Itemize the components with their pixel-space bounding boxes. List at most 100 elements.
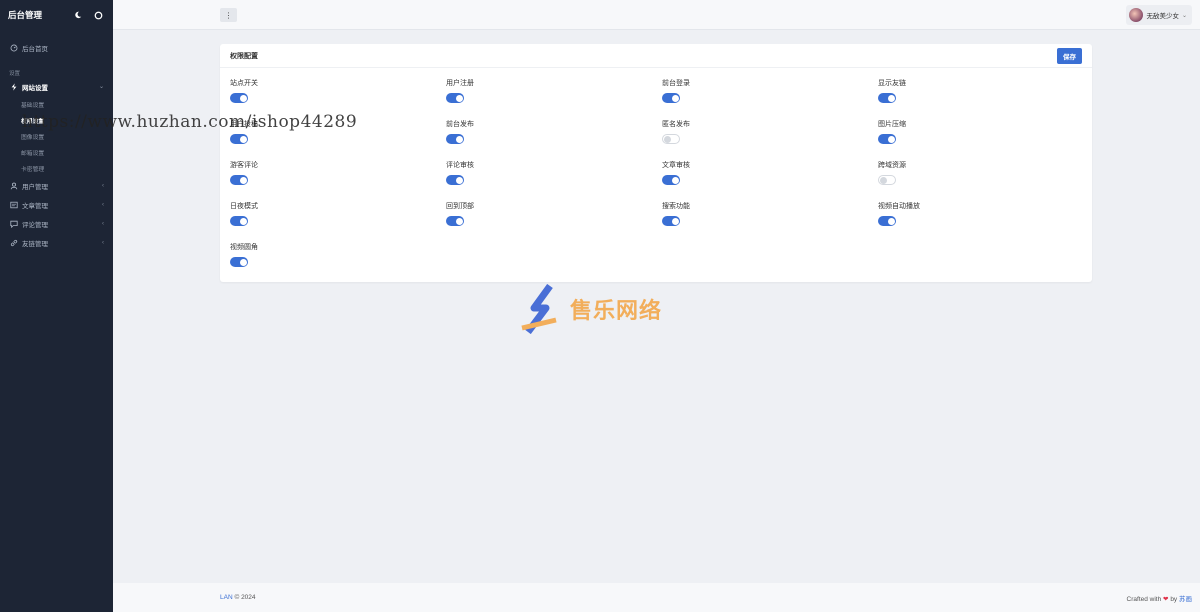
setting-toggle[interactable] — [662, 93, 680, 103]
more-vertical-icon[interactable]: ⋮ — [220, 8, 237, 22]
setting-label: 前台发布 — [446, 121, 474, 128]
toggle-knob — [671, 217, 679, 225]
permission-setting: 评论审核 — [446, 160, 662, 185]
toggle-knob — [887, 217, 895, 225]
footer-brand-link[interactable]: LAN — [220, 594, 233, 601]
permission-setting: 搜索功能 — [662, 201, 878, 226]
footer-right: Crafted with ❤ by 苏画 — [1127, 593, 1192, 603]
setting-toggle[interactable] — [878, 134, 896, 144]
avatar — [1129, 8, 1144, 22]
toggle-knob — [671, 176, 679, 184]
sidebar-section-label: 设置 — [9, 71, 21, 77]
permission-setting: 用户注册 — [446, 78, 662, 103]
sidebar-subitem-basic[interactable]: 基础设置 — [0, 96, 113, 112]
bolt-icon — [9, 82, 18, 91]
footer-copyright: © 2024 — [234, 594, 256, 601]
sidebar-item-home[interactable]: 后台首页 — [0, 38, 113, 57]
setting-toggle[interactable] — [446, 134, 464, 144]
setting-toggle[interactable] — [446, 93, 464, 103]
toggle-knob — [239, 176, 247, 184]
footer-crafted-text: Crafted with — [1126, 595, 1162, 603]
setting-label: 图片压缩 — [878, 121, 906, 128]
permission-setting: 站点开关 — [230, 78, 446, 103]
sidebar-item-comments[interactable]: 评论管理 ‹ — [0, 214, 113, 233]
toggle-knob — [455, 176, 463, 184]
sidebar-item-articles[interactable]: 文章管理 ‹ — [0, 195, 113, 214]
permission-setting: 文章审核 — [662, 160, 878, 185]
card-title: 权限配置 — [230, 52, 258, 60]
setting-toggle[interactable] — [878, 216, 896, 226]
sidebar-header: 后台管理 — [0, 0, 113, 30]
permissions-card: 权限配置 保存 站点开关 用户注册 前台登录 显示友链 用户投稿 前台发布 匿名发布 图片压缩… — [220, 44, 1092, 282]
chevron-down-icon: ⌄ — [98, 84, 104, 90]
setting-label: 文章审核 — [662, 162, 690, 169]
footer-by-text: by — [1170, 595, 1178, 603]
setting-label: 评论审核 — [446, 162, 474, 169]
setting-toggle[interactable] — [662, 134, 680, 144]
setting-toggle[interactable] — [662, 216, 680, 226]
setting-label: 站点开关 — [230, 80, 258, 87]
setting-label: 跨域资源 — [878, 162, 906, 169]
sidebar: 后台管理 后台首页 设置 网站设置 ⌄ 基础设置 权限设置 图像设置 邮箱设置 … — [0, 0, 113, 612]
chevron-left-icon: ‹ — [102, 182, 104, 189]
app-title: 后台管理 — [8, 10, 43, 20]
toggle-knob — [239, 94, 247, 102]
chevron-left-icon: ‹ — [102, 201, 104, 208]
sidebar-item-label: 友链管理 — [22, 240, 48, 248]
user-menu[interactable]: 无敌美少女 ⌄ — [1126, 5, 1192, 25]
toggle-knob — [239, 135, 247, 143]
setting-toggle[interactable] — [230, 216, 248, 226]
chevron-left-icon: ‹ — [102, 220, 104, 227]
footer: LAN © 2024 Crafted with ❤ by 苏画 — [113, 583, 1200, 612]
permission-setting: 视频圆角 — [230, 242, 446, 267]
moon-icon[interactable] — [71, 8, 85, 22]
sidebar-subitem-email[interactable]: 邮箱设置 — [0, 144, 113, 160]
permission-setting: 游客评论 — [230, 160, 446, 185]
save-button[interactable]: 保存 — [1057, 47, 1082, 64]
setting-label: 搜索功能 — [662, 203, 690, 210]
setting-toggle[interactable] — [878, 175, 896, 185]
sidebar-item-label: 后台首页 — [22, 45, 48, 53]
toggle-knob — [664, 135, 671, 143]
setting-toggle[interactable] — [446, 216, 464, 226]
article-icon — [9, 200, 18, 209]
setting-label: 日夜模式 — [230, 203, 258, 210]
setting-toggle[interactable] — [446, 175, 464, 185]
toggle-knob — [671, 94, 679, 102]
permission-setting: 日夜模式 — [230, 201, 446, 226]
chevron-down-icon: ⌄ — [1181, 12, 1187, 19]
topbar: ⋮ 无敌美少女 ⌄ — [113, 0, 1200, 30]
sidebar-item-label: 用户管理 — [22, 183, 48, 191]
card-header: 权限配置 保存 — [220, 44, 1092, 68]
sidebar-item-site-settings[interactable]: 网站设置 ⌄ — [0, 77, 113, 96]
setting-toggle[interactable] — [230, 257, 248, 267]
toggle-knob — [880, 176, 887, 184]
sidebar-item-links[interactable]: 友链管理 ‹ — [0, 233, 113, 252]
logo-icon — [521, 284, 557, 334]
permission-setting: 前台发布 — [446, 119, 662, 144]
footer-author-link[interactable]: 苏画 — [1179, 596, 1192, 603]
sidebar-subitem-cardkeys[interactable]: 卡密管理 — [0, 160, 113, 176]
setting-label: 游客评论 — [230, 162, 258, 169]
circle-icon[interactable] — [91, 8, 105, 22]
sidebar-item-users[interactable]: 用户管理 ‹ — [0, 176, 113, 195]
setting-label: 显示友链 — [878, 80, 906, 87]
setting-toggle[interactable] — [230, 93, 248, 103]
permission-setting: 显示友链 — [878, 78, 1090, 103]
setting-toggle[interactable] — [662, 175, 680, 185]
link-icon — [9, 238, 18, 247]
toggle-knob — [887, 135, 895, 143]
sidebar-item-label: 文章管理 — [22, 202, 48, 210]
setting-toggle[interactable] — [230, 175, 248, 185]
watermark-logo: 售乐网络 — [520, 284, 662, 334]
dashboard-icon — [9, 43, 18, 52]
heart-icon: ❤ — [1163, 595, 1169, 603]
chevron-left-icon: ‹ — [102, 239, 104, 246]
toggle-knob — [887, 94, 895, 102]
setting-label: 回到顶部 — [446, 203, 474, 210]
toggle-grid: 站点开关 用户注册 前台登录 显示友链 用户投稿 前台发布 匿名发布 图片压缩 游客评论 评论审核… — [230, 78, 1090, 267]
permission-setting: 匿名发布 — [662, 119, 878, 144]
setting-toggle[interactable] — [230, 134, 248, 144]
setting-toggle[interactable] — [878, 93, 896, 103]
setting-label: 用户注册 — [446, 80, 474, 87]
